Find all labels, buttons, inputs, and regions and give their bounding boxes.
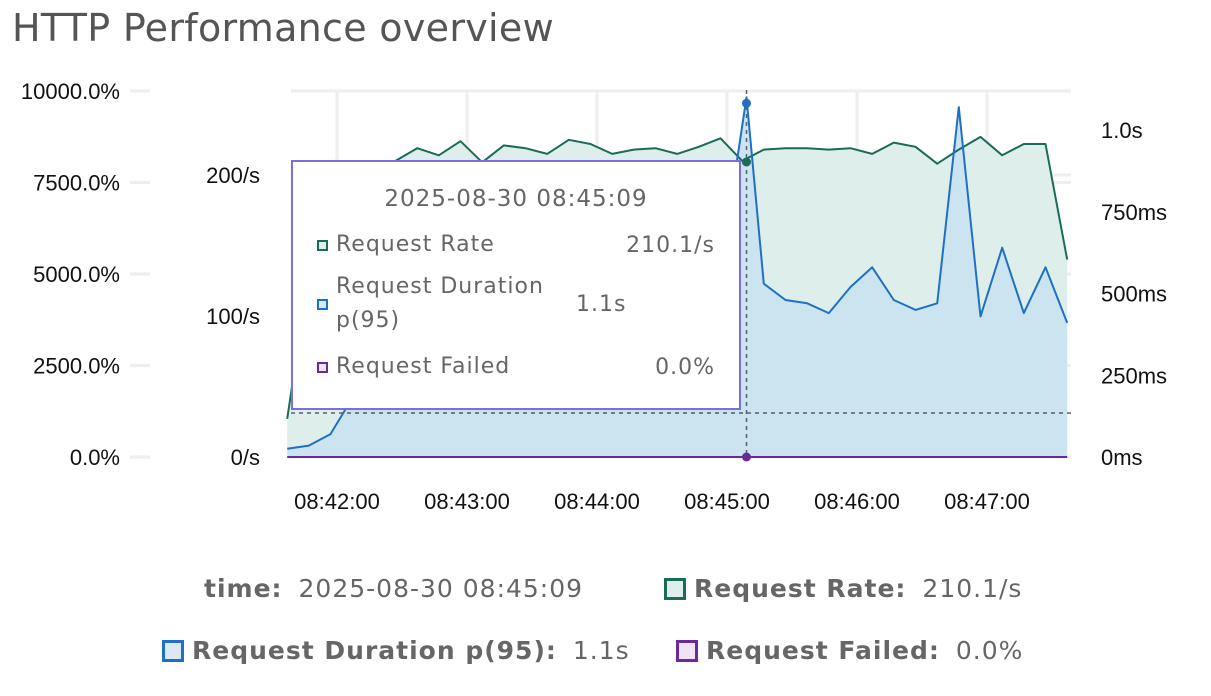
x-tick-label: 08:43:00 <box>424 489 510 514</box>
y-tick-label-duration: 0ms <box>1101 445 1143 470</box>
tooltip-row-request-duration: Request Duration p(95) 1.1s <box>317 270 715 338</box>
request-failed-swatch-icon <box>317 361 328 373</box>
tooltip-value: 210.1/s <box>626 232 715 258</box>
request-duration-swatch-icon <box>317 298 328 310</box>
y-tick-label-duration: 250ms <box>1101 363 1167 388</box>
x-tick-label: 08:44:00 <box>554 489 640 514</box>
y-tick-label-percent: 2500.0% <box>33 354 120 379</box>
tooltip-label: Request Rate <box>336 232 495 257</box>
legend-label: Request Failed: <box>706 636 940 665</box>
x-tick-label: 08:45:00 <box>684 489 770 514</box>
y-tick-label-duration: 750ms <box>1101 200 1167 225</box>
legend-time: time: 2025-08-30 08:45:09 <box>204 574 583 603</box>
legend-label: Request Rate: <box>694 574 907 603</box>
tooltip-row-request-failed: Request Failed 0.0% <box>317 350 715 384</box>
tooltip-row-request-rate: Request Rate 210.1/s <box>317 228 715 262</box>
legend-time-value: 2025-08-30 08:45:09 <box>298 574 584 603</box>
legend-time-key: time: <box>204 574 283 603</box>
request-duration-swatch-icon <box>162 639 184 662</box>
tooltip-time: 2025-08-30 08:45:09 <box>384 186 648 212</box>
legend-item-request-duration[interactable]: Request Duration p(95): 1.1s <box>162 636 630 665</box>
legend-value: 0.0% <box>955 636 1024 665</box>
cursor-point-duration <box>742 98 751 108</box>
tooltip: 2025-08-30 08:45:09 Request Rate 210.1/s… <box>291 160 741 410</box>
x-tick-label: 08:47:00 <box>944 489 1030 514</box>
request-failed-swatch-icon <box>676 639 698 662</box>
tooltip-value: 1.1s <box>576 291 627 317</box>
y-tick-label-rate: 100/s <box>206 304 260 329</box>
y-tick-label-percent: 7500.0% <box>33 171 120 196</box>
x-tick-label: 08:46:00 <box>814 489 900 514</box>
y-tick-label-percent: 10000.0% <box>21 79 120 104</box>
legend-item-request-failed[interactable]: Request Failed: 0.0% <box>676 636 1023 665</box>
cursor-point-rate <box>742 157 751 167</box>
y-tick-label-duration: 1.0s <box>1101 118 1143 143</box>
y-tick-label-rate: 0/s <box>231 445 260 470</box>
request-rate-swatch-icon <box>664 577 686 600</box>
y-tick-label-rate: 200/s <box>206 163 260 188</box>
y-tick-label-duration: 500ms <box>1101 282 1167 307</box>
legend-item-request-rate[interactable]: Request Rate: 210.1/s <box>664 574 1022 603</box>
legend-label: Request Duration p(95): <box>192 636 557 665</box>
tooltip-value: 0.0% <box>655 354 715 380</box>
tooltip-label: Request Failed <box>336 354 511 379</box>
request-rate-swatch-icon <box>317 239 328 251</box>
legend-value: 210.1/s <box>922 574 1023 603</box>
cursor-point-failed <box>742 452 751 462</box>
tooltip-label: Request Duration p(95) <box>336 274 544 333</box>
x-tick-label: 08:42:00 <box>294 489 380 514</box>
y-tick-label-percent: 5000.0% <box>33 262 120 287</box>
legend-value: 1.1s <box>572 636 630 665</box>
y-tick-label-percent: 0.0% <box>70 445 120 470</box>
